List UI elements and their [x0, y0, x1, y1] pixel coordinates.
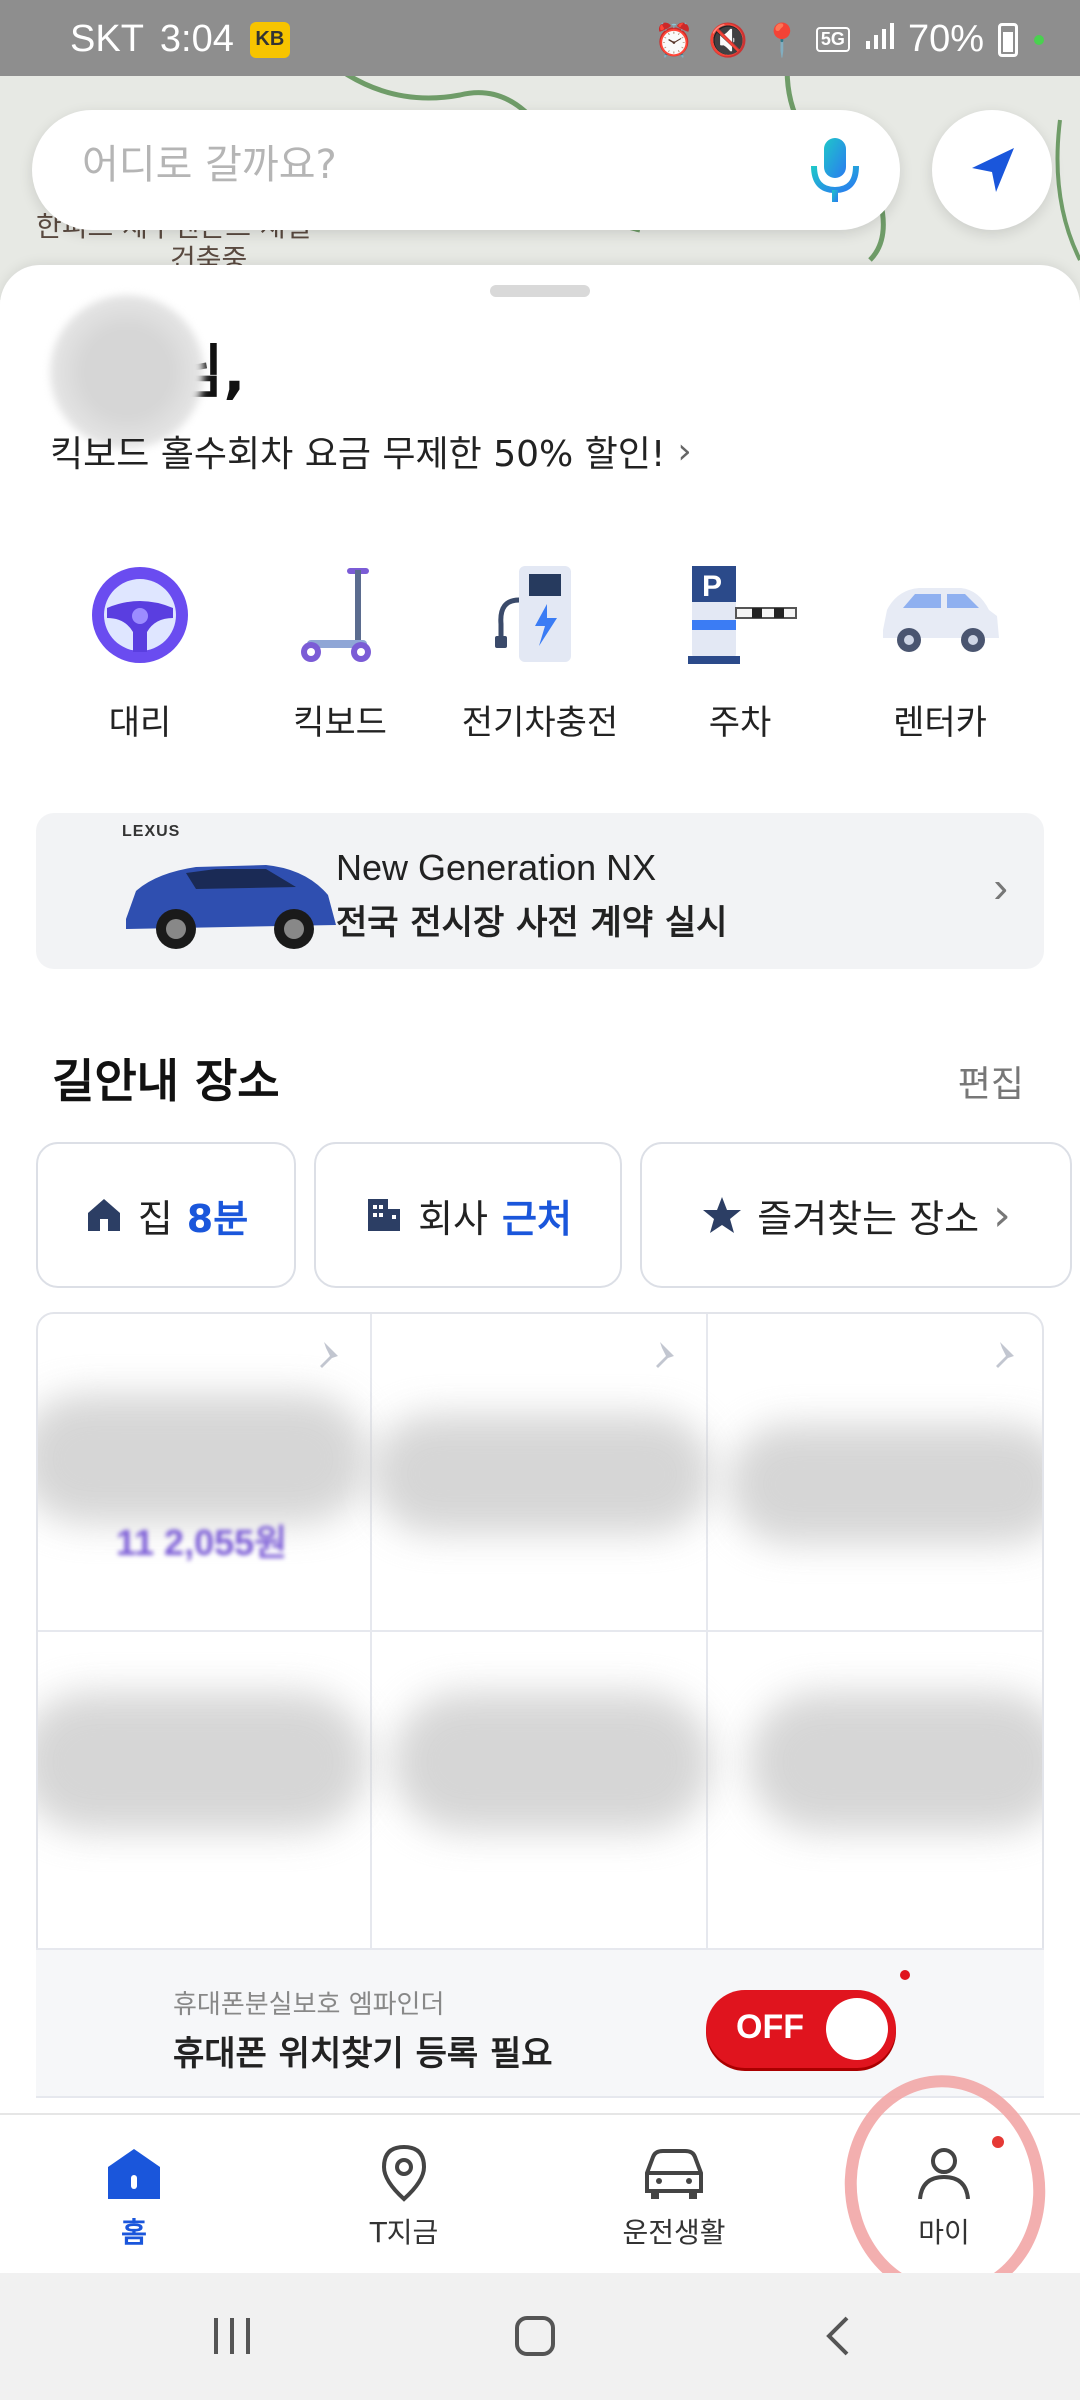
- carrier-label: SKT: [70, 18, 144, 60]
- chevron-right-icon: ›: [677, 430, 692, 472]
- phone-finder-toggle[interactable]: OFF: [706, 1990, 896, 2068]
- service-label: 렌터카: [893, 703, 987, 743]
- battery-icon: [998, 22, 1018, 57]
- service-label: 킥보드: [293, 703, 387, 743]
- search-input[interactable]: [82, 142, 782, 188]
- notice-title: 휴대폰 위치찾기 등록 필요: [173, 2034, 553, 2074]
- service-parking[interactable]: P 주차: [650, 555, 830, 744]
- ad-subtitle: 전국 전시장 사전 계약 실시: [336, 903, 728, 943]
- chevron-right-icon: ›: [993, 1189, 1011, 1241]
- pin-icon[interactable]: [312, 1338, 346, 1372]
- tab-driving-life[interactable]: 운전생활: [574, 2143, 774, 2251]
- chevron-right-icon: ›: [993, 863, 1008, 912]
- recent-place-card[interactable]: [372, 1314, 712, 1632]
- favorites-label: 즐겨찾는 장소: [757, 1196, 980, 1241]
- pin-icon[interactable]: [988, 1338, 1022, 1372]
- toggle-knob: [826, 1998, 888, 2060]
- service-label: 전기차충전: [461, 703, 619, 743]
- car-icon: [645, 2149, 703, 2199]
- blurred-place-name: [728, 1424, 1042, 1544]
- star-icon: [703, 1197, 742, 1233]
- recent-places-grid: 11 2,055원: [36, 1312, 1044, 1952]
- ev-charger-icon: [475, 555, 605, 675]
- parking-gate-icon: P: [675, 555, 805, 675]
- service-label: 대리: [108, 703, 172, 743]
- svg-text:P: P: [702, 570, 722, 603]
- blurred-place-name: [392, 1692, 712, 1832]
- office-label: 회사: [418, 1196, 488, 1241]
- service-shortcuts: 대리 킥보드 전기차충전 P 주차 렌터카: [50, 555, 1030, 744]
- tab-label: 운전생활: [622, 2216, 726, 2249]
- ad-title: New Generation NX: [336, 847, 657, 888]
- clock: 3:04: [159, 18, 234, 60]
- tab-t-now[interactable]: T지금: [304, 2143, 504, 2251]
- rental-car-icon: [875, 555, 1005, 675]
- edit-button[interactable]: 편집: [958, 1055, 1024, 1107]
- recent-place-card[interactable]: [708, 1314, 1042, 1632]
- home-icon: [108, 2149, 160, 2199]
- service-driver[interactable]: 대리: [50, 555, 230, 744]
- service-label: 주차: [708, 703, 772, 743]
- home-icon: [87, 1199, 120, 1231]
- office-chip[interactable]: 회사 근처: [314, 1142, 622, 1288]
- tab-label: 홈: [121, 2216, 147, 2249]
- microphone-icon[interactable]: [800, 134, 870, 206]
- status-bar: SKT 3:04 KB ⏰ 🔇 📍 5G 70%: [0, 0, 1080, 76]
- home-button-icon[interactable]: [505, 2311, 565, 2361]
- home-chip[interactable]: 집 8분: [36, 1142, 296, 1288]
- promo-link[interactable]: 킥보드 홀수회차 요금 무제한 50% 할인! ›: [50, 425, 692, 477]
- recent-place-card[interactable]: [38, 1632, 372, 1950]
- car-image: [126, 865, 336, 949]
- favorites-chip[interactable]: 즐겨찾는 장소 ›: [640, 1142, 1072, 1288]
- service-kickboard[interactable]: 킥보드: [250, 555, 430, 744]
- signal-icon: [864, 21, 894, 59]
- navigation-arrow-icon: [972, 148, 1014, 192]
- blurred-place-name: [38, 1394, 368, 1524]
- notice-subtitle: 휴대폰분실보호 엠파인더: [173, 1990, 445, 2020]
- home-label: 집: [137, 1196, 173, 1241]
- recent-place-card[interactable]: [708, 1632, 1042, 1950]
- office-status: 근처: [502, 1196, 572, 1241]
- steering-wheel-icon: [75, 555, 205, 675]
- privacy-indicator-icon: [1034, 34, 1044, 45]
- promo-text: 킥보드 홀수회차 요금 무제한 50% 할인!: [50, 434, 666, 475]
- place-price: 11 2,055원: [116, 1522, 288, 1563]
- blurred-place-name: [38, 1692, 368, 1832]
- blurred-place-name: [372, 1414, 712, 1534]
- toggle-label: OFF: [736, 2008, 804, 2046]
- quick-places: 집 8분 회사 근처 즐겨찾는 장소 ›: [36, 1142, 1072, 1288]
- alarm-icon: ⏰: [654, 21, 695, 58]
- recent-apps-icon[interactable]: [202, 2311, 262, 2361]
- kickboard-icon: [275, 555, 405, 675]
- tab-label: T지금: [369, 2216, 439, 2249]
- sheet-drag-handle[interactable]: [490, 285, 590, 297]
- service-rental-car[interactable]: 렌터카: [850, 555, 1030, 744]
- network-5g-icon: 5G: [815, 27, 850, 52]
- system-navigation-bar: [0, 2273, 1080, 2400]
- kb-app-badge-icon: KB: [249, 21, 290, 58]
- ad-banner[interactable]: LEXUS New Generation NX 전국 전시장 사전 계약 실시 …: [36, 813, 1044, 969]
- notification-dot: [900, 1970, 910, 1980]
- bottom-sheet: 님, 킥보드 홀수회차 요금 무제한 50% 할인! › 대리 킥보드 전기차충…: [0, 265, 1080, 2115]
- home-eta: 8분: [186, 1196, 249, 1241]
- recent-place-card[interactable]: [372, 1632, 712, 1950]
- search-bar[interactable]: [32, 110, 900, 230]
- mute-icon: 🔇: [708, 21, 749, 58]
- blurred-place-name: [748, 1692, 1042, 1832]
- phone-finder-banner[interactable]: 휴대폰분실보호 엠파인더 휴대폰 위치찾기 등록 필요 OFF: [36, 1948, 1044, 2098]
- location-icon: 📍: [762, 21, 802, 58]
- recent-place-card[interactable]: 11 2,055원: [38, 1314, 372, 1632]
- tab-home[interactable]: 홈: [34, 2143, 234, 2251]
- navigation-button[interactable]: [932, 110, 1052, 230]
- location-pin-icon: [381, 2144, 427, 2202]
- office-icon: [368, 1199, 401, 1231]
- section-title: 길안내 장소: [52, 1054, 280, 1108]
- battery-percent: 70%: [907, 18, 984, 60]
- back-icon[interactable]: [808, 2311, 868, 2361]
- pin-icon[interactable]: [648, 1338, 682, 1372]
- service-ev-charging[interactable]: 전기차충전: [450, 555, 630, 744]
